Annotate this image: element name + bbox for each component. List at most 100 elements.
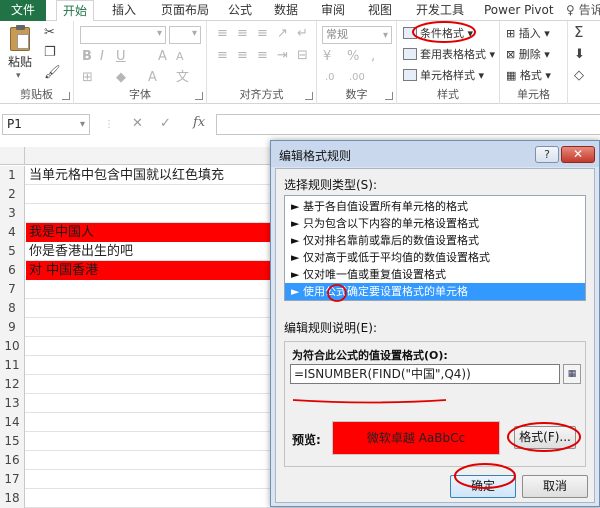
- format-as-table-button[interactable]: 套用表格格式 ▾: [403, 48, 495, 62]
- rule-type-item[interactable]: ► 仅对高于或低于平均值的数值设置格式: [285, 249, 585, 266]
- increase-decimal-icon[interactable]: .0: [325, 71, 335, 85]
- decrease-font-icon[interactable]: A: [176, 50, 184, 64]
- border-icon[interactable]: ⊞: [82, 71, 93, 85]
- top-align-icon[interactable]: ≡: [217, 27, 228, 41]
- font-color-icon[interactable]: A: [148, 71, 157, 85]
- center-align-icon[interactable]: ≡: [237, 49, 248, 63]
- formula-label: 为符合此公式的值设置格式(O):: [292, 349, 448, 362]
- edit-description-label: 编辑规则说明(E):: [284, 321, 377, 335]
- row-header[interactable]: 12: [0, 375, 25, 394]
- row-header[interactable]: 6: [0, 261, 25, 280]
- tell-me-box[interactable]: ♀ 告诉: [566, 0, 600, 21]
- confirm-entry-icon[interactable]: ✓: [160, 116, 171, 131]
- delete-cells-button[interactable]: ⊠ 删除 ▾: [506, 48, 550, 62]
- edit-formatting-rule-dialog: 编辑格式规则 ? ✕ 选择规则类型(S): ► 基于各自值设置所有单元格的格式 …: [270, 140, 600, 507]
- accounting-format-icon[interactable]: ¥: [323, 50, 331, 64]
- format-as-table-label: 套用表格格式: [420, 48, 486, 61]
- tab-developer[interactable]: 开发工具: [416, 0, 464, 21]
- font-size-combo[interactable]: [169, 26, 201, 44]
- name-box[interactable]: P1: [2, 114, 90, 135]
- tab-page-layout[interactable]: 页面布局: [161, 0, 209, 21]
- tab-file[interactable]: 文件: [0, 0, 46, 21]
- middle-align-icon[interactable]: ≡: [237, 27, 248, 41]
- formula-input[interactable]: [216, 114, 600, 135]
- row-header[interactable]: 3: [0, 204, 25, 223]
- insert-cells-button[interactable]: ⊞ 插入 ▾: [506, 27, 550, 41]
- bold-icon[interactable]: B: [82, 50, 92, 64]
- format-cells-button[interactable]: ▦ 格式 ▾: [506, 69, 551, 83]
- rule-type-item[interactable]: ► 仅对排名靠前或靠后的数值设置格式: [285, 232, 585, 249]
- help-button[interactable]: ?: [535, 146, 559, 163]
- row-header[interactable]: 8: [0, 299, 25, 318]
- left-align-icon[interactable]: ≡: [217, 49, 228, 63]
- row-header[interactable]: 16: [0, 451, 25, 470]
- phonetic-icon[interactable]: 文: [176, 71, 189, 85]
- tab-data[interactable]: 数据: [274, 0, 298, 21]
- indent-icon[interactable]: ⇥: [277, 49, 288, 63]
- tab-power-pivot[interactable]: Power Pivot: [484, 0, 554, 21]
- number-format-combo[interactable]: 常规: [322, 26, 392, 44]
- insert-function-icon[interactable]: fx: [193, 115, 205, 130]
- clipboard-launcher-icon[interactable]: [62, 92, 70, 100]
- alignment-launcher-icon[interactable]: [305, 92, 313, 100]
- bottom-align-icon[interactable]: ≡: [257, 27, 268, 41]
- formula-field[interactable]: =ISNUMBER(FIND("中国",Q4)): [290, 364, 560, 384]
- clear-icon[interactable]: ◇: [574, 69, 584, 83]
- cell-styles-button[interactable]: 单元格样式 ▾: [403, 69, 484, 83]
- cancel-entry-icon[interactable]: ✕: [132, 116, 143, 131]
- decrease-decimal-icon[interactable]: .00: [349, 71, 365, 85]
- fill-color-icon[interactable]: ◆: [116, 71, 126, 85]
- comma-style-icon[interactable]: ,: [371, 50, 375, 64]
- tab-view[interactable]: 视图: [368, 0, 392, 21]
- alignment-group: ≡ ≡ ≡ ↗ ↵ ≡ ≡ ≡ ⇥ ⊟ 对齐方式: [207, 21, 317, 104]
- orientation-icon[interactable]: ↗: [277, 27, 288, 41]
- percent-icon[interactable]: %: [347, 50, 359, 64]
- increase-font-icon[interactable]: A: [158, 50, 167, 64]
- rule-type-list[interactable]: ► 基于各自值设置所有单元格的格式 ► 只为包含以下内容的单元格设置格式 ► 仅…: [284, 195, 586, 301]
- tab-formulas[interactable]: 公式: [228, 0, 252, 21]
- cut-icon[interactable]: ✂: [44, 26, 55, 40]
- conditional-formatting-button[interactable]: 条件格式 ▾: [403, 27, 473, 41]
- dialog-titlebar[interactable]: 编辑格式规则 ? ✕: [271, 141, 599, 167]
- rule-type-item[interactable]: ► 基于各自值设置所有单元格的格式: [285, 198, 585, 215]
- format-cells-icon: ▦: [506, 69, 517, 82]
- row-header[interactable]: 10: [0, 337, 25, 356]
- number-launcher-icon[interactable]: [385, 92, 393, 100]
- underline-icon[interactable]: U: [116, 50, 126, 64]
- row-header[interactable]: 13: [0, 394, 25, 413]
- row-header[interactable]: 17: [0, 470, 25, 489]
- right-align-icon[interactable]: ≡: [257, 49, 268, 63]
- cancel-button[interactable]: 取消: [522, 475, 588, 498]
- row-header[interactable]: 4: [0, 223, 25, 242]
- tab-insert[interactable]: 插入: [112, 0, 136, 21]
- tab-home[interactable]: 开始: [56, 0, 95, 22]
- row-header[interactable]: 15: [0, 432, 25, 451]
- rule-type-item[interactable]: ► 只为包含以下内容的单元格设置格式: [285, 215, 585, 232]
- font-launcher-icon[interactable]: [195, 92, 203, 100]
- rule-type-item-selected[interactable]: ► 使用公式确定要设置格式的单元格: [285, 283, 585, 300]
- merge-icon[interactable]: ⊟: [297, 49, 308, 63]
- tab-review[interactable]: 审阅: [321, 0, 345, 21]
- row-header[interactable]: 18: [0, 489, 25, 508]
- format-button[interactable]: 格式(F)...: [514, 426, 576, 449]
- ok-button[interactable]: 确定: [450, 475, 516, 498]
- row-header[interactable]: 14: [0, 413, 25, 432]
- select-all-corner[interactable]: [0, 147, 25, 165]
- row-header[interactable]: 7: [0, 280, 25, 299]
- fill-icon[interactable]: ⬇: [574, 48, 585, 62]
- font-name-combo[interactable]: [80, 26, 166, 44]
- autosum-icon[interactable]: Σ: [574, 25, 583, 40]
- wrap-text-icon[interactable]: ↵: [297, 27, 308, 41]
- row-header[interactable]: 11: [0, 356, 25, 375]
- copy-icon[interactable]: ❐: [44, 46, 56, 60]
- paste-button[interactable]: 粘贴 ▾: [6, 25, 36, 81]
- close-button[interactable]: ✕: [561, 146, 595, 163]
- row-header[interactable]: 1: [0, 166, 25, 185]
- row-header[interactable]: 5: [0, 242, 25, 261]
- row-header[interactable]: 9: [0, 318, 25, 337]
- rule-type-item[interactable]: ► 仅对唯一值或重复值设置格式: [285, 266, 585, 283]
- collapse-dialog-icon[interactable]: ▦: [563, 364, 581, 384]
- italic-icon[interactable]: I: [100, 50, 104, 64]
- format-painter-icon[interactable]: 🖌: [44, 66, 61, 80]
- row-header[interactable]: 2: [0, 185, 25, 204]
